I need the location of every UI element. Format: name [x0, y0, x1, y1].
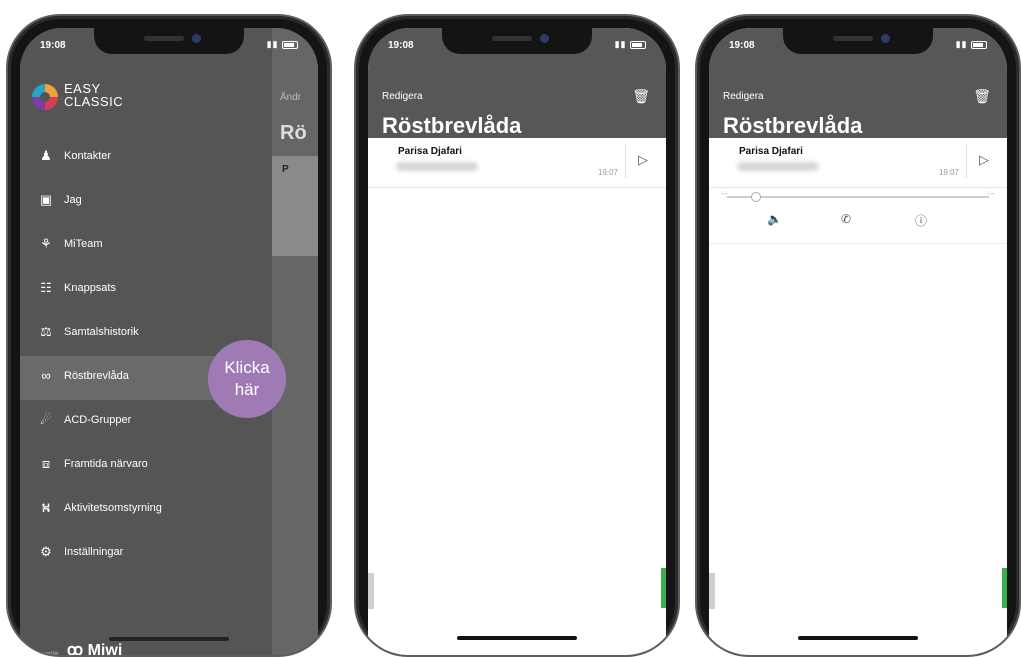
phone-screen: 19:08 ▮▮ Redigera 🗑 Röstbrevlåda Parisa … [368, 28, 666, 655]
voicemail-row[interactable]: Parisa Djafari 19:07 ▷ [368, 138, 666, 188]
menu-item-label: ACD-Grupper [64, 414, 132, 426]
menu-item-inställningar[interactable]: ⚙ Inställningar [20, 532, 272, 576]
page-title: Röstbrevlåda [723, 113, 863, 138]
menu-item-label: Jag [64, 194, 82, 206]
card-peek: P [272, 156, 318, 256]
edit-button[interactable]: Redigera [723, 91, 764, 102]
menu-item-label: MiTeam [64, 238, 103, 250]
battery-icon [630, 40, 646, 49]
battery-icon [971, 40, 987, 49]
speaker-icon[interactable]: 🔈 [767, 212, 782, 226]
scroll-handle-right[interactable] [1002, 568, 1007, 608]
phone-call-icon[interactable]: ✆ [841, 212, 851, 226]
signal-icon: ▮▮ [266, 39, 279, 49]
menu-item-kontakter[interactable]: ♟ Kontakter [20, 136, 272, 180]
menu-item-label: Framtida närvaro [64, 458, 148, 470]
slider-knob[interactable] [751, 192, 761, 202]
click-here-callout: Klicka här [208, 340, 286, 418]
row-divider [625, 144, 626, 178]
menu-item-label: Kontakter [64, 150, 112, 162]
acd-groups-icon: ☄ [40, 412, 52, 427]
play-icon[interactable]: ▷ [979, 152, 989, 168]
powered-by: Powered by ꝏ Miwi [32, 640, 123, 657]
scroll-handle-left[interactable] [368, 573, 374, 609]
voicemail-time: 19:07 [938, 168, 959, 177]
profile-card-icon: ▣ [39, 192, 53, 207]
trash-icon[interactable]: 🗑 [973, 88, 991, 105]
status-time: 19:08 [729, 40, 755, 51]
play-icon[interactable]: ▷ [638, 152, 648, 168]
edit-peek: Ändr [280, 92, 302, 103]
home-indicator[interactable] [457, 636, 577, 640]
playback-slider[interactable]: -:-- -:-- [721, 191, 995, 202]
callout-line1: Klicka [224, 358, 270, 377]
status-icons: ▮▮ [267, 39, 298, 50]
menu-item-aktivitetsomstyrning[interactable]: ⛕ Aktivitetsomstyrning [20, 488, 272, 532]
underlying-page-peek[interactable]: Ändr Rö P [272, 28, 318, 655]
notch [442, 28, 592, 54]
blurred-number [737, 162, 819, 171]
trash-icon[interactable]: 🗑 [632, 88, 650, 105]
phone-screen: 19:08 ▮▮ Ändr Rö P EASY CLASSIC ♟ Kontakt… [20, 28, 318, 657]
notch [783, 28, 933, 54]
voicemail-time: 19:07 [597, 168, 618, 177]
signal-icon: ▮▮ [955, 39, 968, 49]
menu-item-label: Aktivitetsomstyrning [64, 502, 162, 514]
menu-item-label: Röstbrevlåda [64, 370, 129, 382]
player-actions: 🔈 ✆ ⓘ [709, 212, 1007, 232]
caller-name: Parisa Djafari [739, 146, 803, 157]
team-icon: ⚘ [40, 236, 52, 251]
scroll-handle-right[interactable] [661, 568, 666, 608]
silent-switch [6, 126, 7, 156]
card-peek-initial: P [282, 164, 289, 175]
call-history-icon: ⚖ [40, 324, 52, 339]
status-icons: ▮▮ [615, 39, 646, 50]
signal-icon: ▮▮ [614, 39, 627, 49]
future-presence-icon: ⧈ [41, 456, 51, 471]
status-icons: ▮▮ [956, 39, 987, 50]
page-title: Röstbrevlåda [382, 113, 522, 138]
menu-item-label: Inställningar [64, 546, 124, 558]
home-indicator[interactable] [109, 637, 229, 641]
voicemail-player: -:-- -:-- 🔈 ✆ ⓘ [709, 188, 1007, 244]
battery-icon [282, 40, 298, 49]
status-time: 19:08 [388, 40, 414, 51]
menu-item-miteam[interactable]: ⚘ MiTeam [20, 224, 272, 268]
voicemail-icon: ∞ [41, 368, 51, 383]
phone-screen: 19:08 ▮▮ Redigera 🗑 Röstbrevlåda Parisa … [709, 28, 1007, 655]
powered-by-text: Powered by [32, 651, 59, 657]
menu-item-label: Knappsats [64, 282, 116, 294]
info-icon[interactable]: ⓘ [915, 212, 927, 229]
notch [94, 28, 244, 54]
row-divider [966, 144, 967, 178]
phone-frame-voicemail-list: 19:08 ▮▮ Redigera 🗑 Röstbrevlåda Parisa … [354, 14, 680, 657]
brand-logo: ꝏ Miwi [66, 642, 123, 657]
blurred-number [396, 162, 478, 171]
menu-item-jag[interactable]: ▣ Jag [20, 180, 272, 224]
callout-line2: här [234, 380, 260, 399]
edit-button[interactable]: Redigera [382, 91, 423, 102]
status-time: 19:08 [40, 40, 66, 51]
activity-routing-icon: ⛕ [41, 500, 51, 515]
phone-frame-menu: 19:08 ▮▮ Ändr Rö P EASY CLASSIC ♟ Kontakt… [6, 14, 332, 657]
logo-line2: CLASSIC [64, 94, 124, 109]
title-peek: Rö [280, 122, 307, 144]
logo-mark-icon [32, 84, 58, 110]
settings-icon: ⚙ [40, 544, 52, 559]
menu-item-knappsats[interactable]: ☷ Knappsats [20, 268, 272, 312]
home-indicator[interactable] [798, 636, 918, 640]
contacts-icon: ♟ [40, 148, 52, 163]
scroll-handle-left[interactable] [709, 573, 715, 609]
phone-frame-voicemail-expanded: 19:08 ▮▮ Redigera 🗑 Röstbrevlåda Parisa … [695, 14, 1021, 657]
menu-item-label: Samtalshistorik [64, 326, 139, 338]
keypad-icon: ☷ [40, 280, 52, 295]
menu-item-framtida-närvaro[interactable]: ⧈ Framtida närvaro [20, 444, 272, 488]
voicemail-row[interactable]: Parisa Djafari 19:07 ▷ [709, 138, 1007, 188]
caller-name: Parisa Djafari [398, 146, 462, 157]
